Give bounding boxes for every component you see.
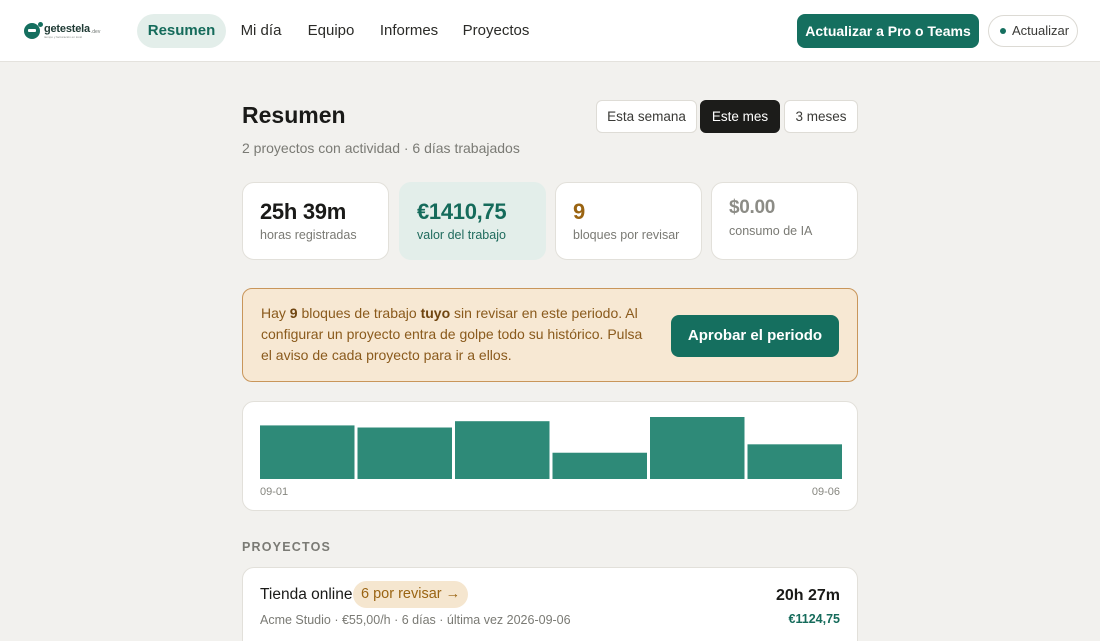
logo-tagline: tiempo y facturación en local (44, 35, 83, 39)
approve-period-button[interactable]: Aprobar el periodo (671, 315, 839, 357)
logo-icon (24, 22, 43, 39)
chart-bar-09-02 (357, 427, 452, 479)
project-meta: Acme Studio · €55,00/h · 6 días · última… (260, 613, 571, 627)
stat-label: valor del trabajo (417, 228, 506, 242)
logo-name: getestela (44, 23, 90, 35)
stat-card-work-value: €1410,75 valor del trabajo (399, 182, 546, 260)
nav-item-resumen[interactable]: Resumen (137, 14, 226, 48)
logo[interactable]: getestela .dev tiempo y facturación en l… (24, 21, 100, 41)
alert-owner: tuyo (420, 305, 451, 321)
logo-tld: .dev (90, 29, 101, 35)
update-button[interactable]: Actualizar (988, 15, 1078, 47)
project-hours: 20h 27m (775, 587, 840, 604)
nav-item-equipo[interactable]: Equipo (298, 14, 364, 48)
nav-item-proyectos[interactable]: Proyectos (454, 14, 538, 48)
chart-bar-09-05 (650, 417, 745, 479)
projects-section-title: PROYECTOS (242, 540, 332, 554)
chart-bar-09-03 (455, 421, 550, 479)
stat-card-ai-usage: $0.00 consumo de IA (711, 182, 858, 260)
top-navigation-bar: getestela .dev tiempo y facturación en l… (0, 0, 1100, 62)
stat-value: 25h 39m (260, 199, 346, 224)
range-3-months-button[interactable]: 3 meses (784, 100, 858, 133)
alert-count: 9 (289, 305, 298, 321)
project-amount: €1124,75 (788, 612, 840, 626)
range-this-week-button[interactable]: Esta semana (596, 100, 697, 133)
stat-value: $0.00 (729, 197, 776, 218)
review-alert[interactable]: Hay 9 bloques de trabajo tuyo sin revisa… (242, 288, 858, 382)
nav-item-mi-dia[interactable]: Mi día (231, 14, 291, 48)
page-subtitle: 2 proyectos con actividad · 6 días traba… (242, 140, 520, 156)
hours-bar-chart: 09-01 09-06 (242, 401, 858, 511)
status-dot-icon (1000, 28, 1006, 34)
review-badge[interactable]: 6 por revisar → (353, 581, 469, 608)
range-this-month-button[interactable]: Este mes (700, 100, 780, 133)
chart-bar-09-01 (260, 425, 355, 479)
bar-chart-canvas (260, 417, 842, 479)
chart-bar-09-04 (552, 452, 647, 479)
nav-item-informes[interactable]: Informes (371, 14, 447, 48)
stat-label: horas registradas (260, 228, 357, 242)
stat-card-blocks-to-review: 9 bloques por revisar (555, 182, 702, 260)
stat-value: €1410,75 (417, 199, 507, 224)
stat-card-hours: 25h 39m horas registradas (242, 182, 389, 260)
stat-value: 9 (573, 199, 585, 224)
alert-message: Hay 9 bloques de trabajo tuyo sin revisa… (261, 305, 643, 363)
x-axis-end-label: 09-06 (811, 486, 840, 498)
project-name: Tienda online (260, 586, 353, 603)
page-title: Resumen (242, 102, 346, 128)
update-button-label: Actualizar (1012, 23, 1070, 38)
project-card[interactable]: Tienda online 6 por revisar → Acme Studi… (242, 567, 858, 641)
upgrade-pro-button[interactable]: Actualizar a Pro o Teams (797, 14, 979, 48)
chart-bar-09-06 (747, 444, 842, 479)
stat-label: bloques por revisar (573, 228, 680, 242)
stat-label: consumo de IA (729, 224, 813, 238)
x-axis-start-label: 09-01 (260, 486, 289, 498)
